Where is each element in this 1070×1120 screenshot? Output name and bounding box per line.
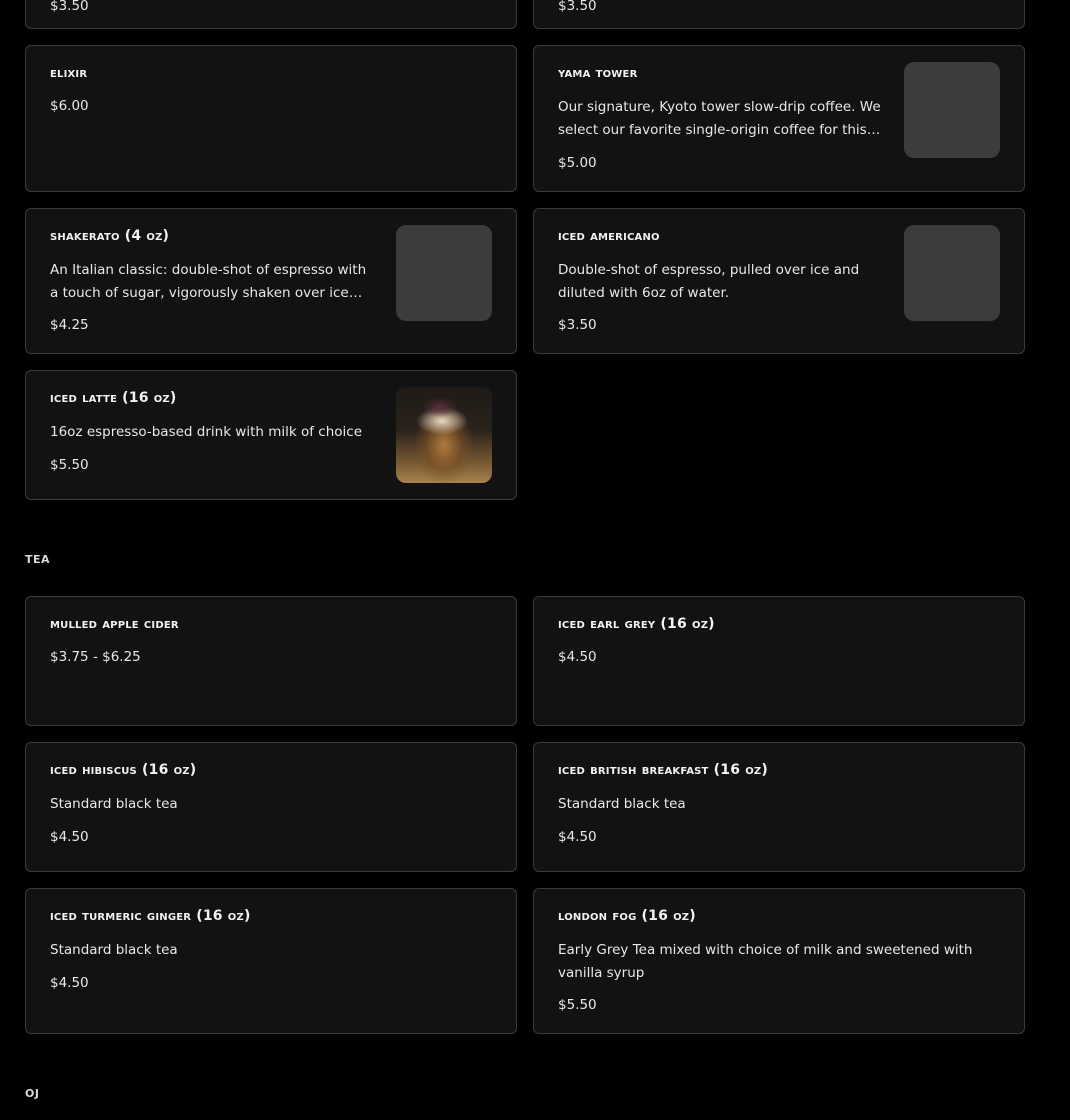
menu-item-card[interactable]: Iced Turmeric Ginger (16 oz) Standard bl… [25,888,517,1034]
item-description: 16oz espresso-based drink with milk of c… [50,424,363,440]
section-title-oj: OJ [25,1082,40,1101]
item-description: An Italian classic: double-shot of espre… [50,262,367,301]
menu-item-card[interactable]: Iced Americano Double-shot of espresso, … [533,208,1025,354]
item-price: $5.50 [50,457,89,473]
item-price: $4.50 [50,829,89,845]
menu-item-card[interactable]: Iced Earl Grey (16 oz) $4.50 [533,596,1025,726]
item-image-placeholder [904,62,1000,158]
item-name: Iced Americano [558,228,660,244]
item-price: $4.50 [558,829,597,845]
item-name: Iced Earl Grey (16 oz) [558,616,715,632]
item-description: Early Grey Tea mixed with choice of milk… [558,942,973,981]
menu-item-card[interactable]: Iced British Breakfast (16 oz) Standard … [533,742,1025,872]
item-name: Iced British Breakfast (16 oz) [558,762,768,778]
item-name: Elixir [50,65,88,81]
item-description: Standard black tea [50,796,178,812]
item-description: Double-shot of espresso, pulled over ice… [558,262,860,301]
item-image-placeholder [904,225,1000,321]
menu-item-card[interactable]: $3.50 [533,0,1025,29]
item-description: Standard black tea [50,942,178,958]
item-description: Standard black tea [558,796,686,812]
menu-item-card[interactable]: Shakerato (4 oz) An Italian classic: dou… [25,208,517,354]
item-name: Mulled Apple Cider [50,616,179,632]
menu-item-card[interactable]: London Fog (16 oz) Early Grey Tea mixed … [533,888,1025,1034]
menu-item-card[interactable]: Iced Latte (16 oz) 16oz espresso-based d… [25,370,517,500]
menu-item-card[interactable]: Yama Tower Our signature, Kyoto tower sl… [533,45,1025,192]
item-name: Iced Hibiscus (16 oz) [50,762,197,778]
item-name: Iced Latte (16 oz) [50,390,177,406]
item-price: $4.25 [50,317,89,333]
item-price: $5.00 [558,155,597,171]
menu-item-card[interactable]: $3.50 [25,0,517,29]
menu-item-card[interactable]: Elixir $6.00 [25,45,517,192]
item-price: $3.50 [558,317,597,333]
menu-item-card[interactable]: Iced Hibiscus (16 oz) Standard black tea… [25,742,517,872]
menu-item-card[interactable]: Mulled Apple Cider $3.75 - $6.25 [25,596,517,726]
item-price: $3.50 [558,0,597,14]
item-price: $3.50 [50,0,89,14]
section-title-tea: Tea [25,548,51,567]
item-name: London Fog (16 oz) [558,908,696,924]
item-name: Yama Tower [558,65,638,81]
item-name: Shakerato (4 oz) [50,228,170,244]
item-image-placeholder [396,225,492,321]
item-price: $3.75 - $6.25 [50,649,141,665]
item-description: Our signature, Kyoto tower slow-drip cof… [558,99,881,138]
item-price: $4.50 [558,649,597,665]
iced-latte-photo [396,387,492,483]
item-price: $6.00 [50,98,89,114]
item-price: $4.50 [50,975,89,991]
item-price: $5.50 [558,997,597,1013]
item-name: Iced Turmeric Ginger (16 oz) [50,908,251,924]
